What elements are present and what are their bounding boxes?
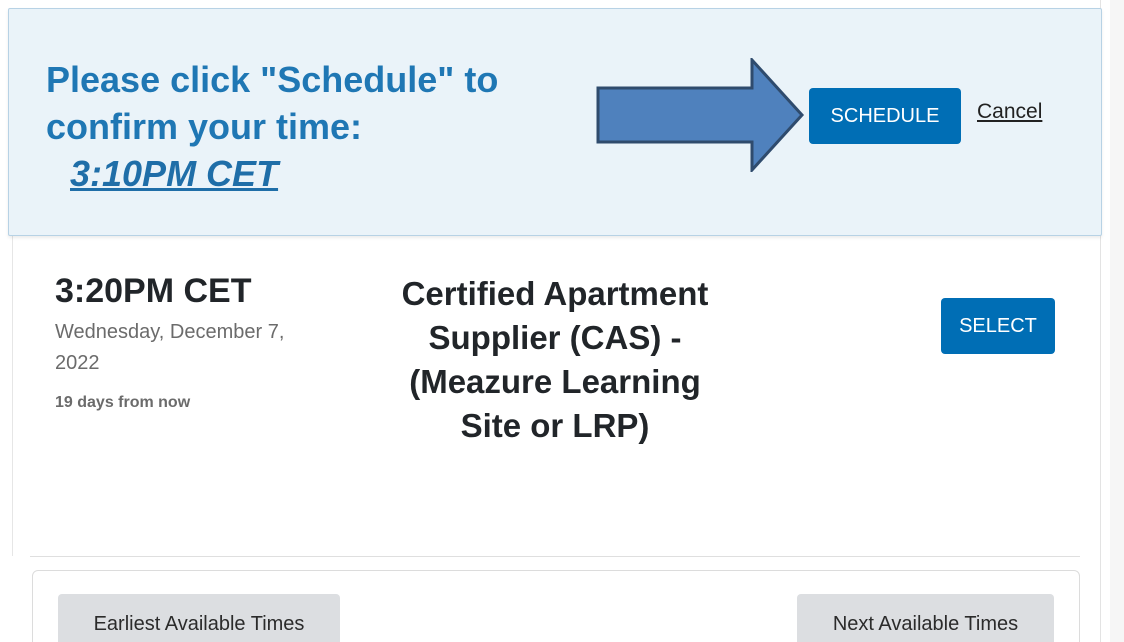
arrow-shape — [596, 58, 805, 172]
select-button[interactable]: SELECT — [941, 298, 1055, 354]
cancel-link[interactable]: Cancel — [977, 100, 1042, 124]
earliest-available-times-button[interactable]: Earliest Available Times — [58, 594, 340, 642]
exam-title: Certified Apartment Supplier (CAS) - (Me… — [401, 275, 709, 444]
slot-time: 3:20PM CET — [55, 272, 252, 310]
divider — [30, 556, 1080, 557]
slot-date: Wednesday, December 7, 2022 — [55, 321, 285, 374]
slot-relative-days: 19 days from now — [55, 394, 191, 411]
right-arrow-icon — [596, 58, 805, 172]
scrollbar-track[interactable] — [1110, 0, 1124, 642]
selected-time-link[interactable]: 3:10PM CET — [70, 150, 278, 197]
schedule-button[interactable]: SCHEDULE — [809, 88, 961, 144]
content-edge-left — [12, 236, 13, 556]
next-available-times-button[interactable]: Next Available Times — [797, 594, 1054, 642]
confirm-message: Please click "Schedule" to confirm your … — [46, 59, 499, 147]
